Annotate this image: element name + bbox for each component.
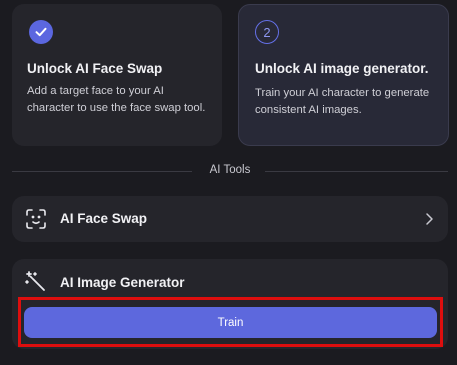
- step-description: Add a target face to your AI character t…: [27, 85, 206, 114]
- face-scan-icon: [24, 207, 48, 231]
- ai-face-swap-row[interactable]: AI Face Swap: [12, 196, 448, 242]
- check-icon: [29, 20, 53, 44]
- divider-right: [265, 171, 448, 172]
- ai-face-swap-label: AI Face Swap: [60, 211, 148, 226]
- train-button[interactable]: Train: [24, 307, 437, 338]
- chevron-right-icon: [424, 212, 434, 226]
- step-title: Unlock AI image generator.: [255, 61, 429, 76]
- step-description: Train your AI character to generate cons…: [255, 87, 430, 116]
- magic-wand-icon: [24, 270, 48, 294]
- step-number-badge: 2: [255, 20, 279, 44]
- section-label: AI Tools: [209, 164, 251, 176]
- ai-image-generator-label: AI Image Generator: [60, 275, 185, 290]
- step-card-image-generator: 2 Unlock AI image generator. Train your …: [238, 4, 449, 146]
- step-card-face-swap: Unlock AI Face Swap Add a target face to…: [12, 4, 222, 146]
- divider-left: [12, 171, 192, 172]
- step-title: Unlock AI Face Swap: [27, 61, 163, 76]
